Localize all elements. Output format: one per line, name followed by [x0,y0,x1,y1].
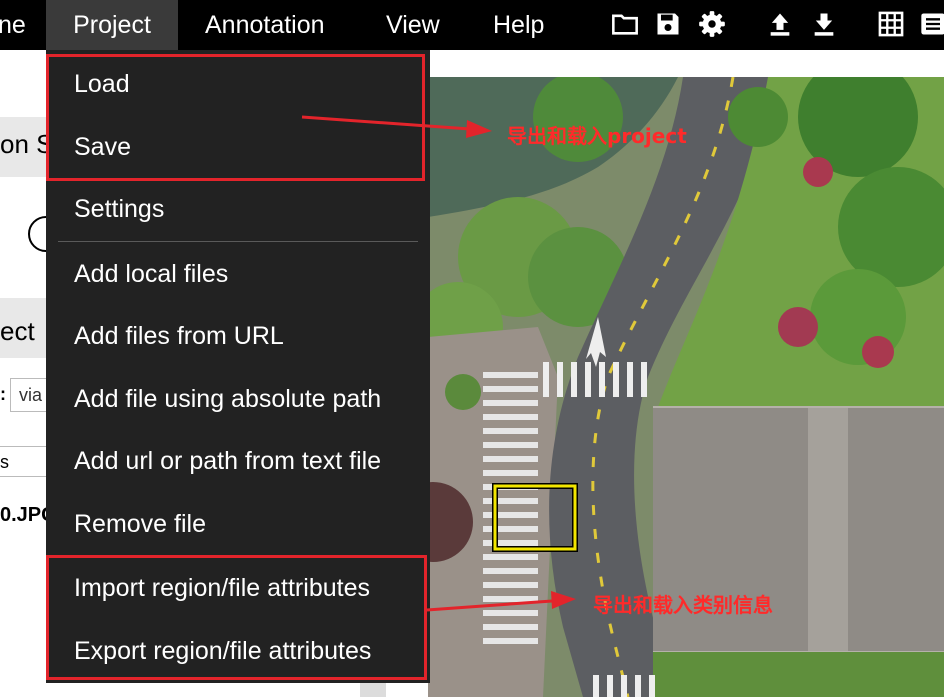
menu-item-settings[interactable]: Settings [74,183,164,235]
menu-item-remove-file[interactable]: Remove file [74,498,206,550]
annotation-note-project: 导出和载入project [507,124,687,148]
upload-icon[interactable] [765,9,795,39]
menu-annotation[interactable]: Annotation [205,0,325,50]
save-icon[interactable] [653,9,683,39]
field-label: : [0,384,6,404]
menu-item-add-files-from-url[interactable]: Add files from URL [74,310,284,362]
folder-icon[interactable] [610,9,640,39]
annotation-note-attributes: 导出和载入类别信息 [593,593,773,617]
menu-home[interactable]: ne [0,0,26,50]
panel-subheading: ect [0,316,35,346]
menu-item-add-local-files[interactable]: Add local files [74,248,228,300]
menu-view[interactable]: View [386,0,440,50]
gear-icon[interactable] [697,9,727,39]
menu-item-add-url-from-text-file[interactable]: Add url or path from text file [74,435,381,487]
highlight-box-project [46,54,425,181]
menu-project[interactable]: Project [46,0,178,50]
grid-icon[interactable] [876,9,906,39]
menu-item-add-file-absolute-path[interactable]: Add file using absolute path [74,373,381,425]
download-icon[interactable] [809,9,839,39]
menu-separator [58,241,418,242]
divider [0,476,50,477]
menu-help[interactable]: Help [493,0,544,50]
highlight-box-attributes [46,555,427,680]
attribute-input[interactable]: via [10,378,50,412]
menubar: ne Project Annotation View Help [0,0,944,50]
divider [0,446,50,447]
list-label: s [0,452,9,472]
list-icon[interactable] [918,9,944,39]
